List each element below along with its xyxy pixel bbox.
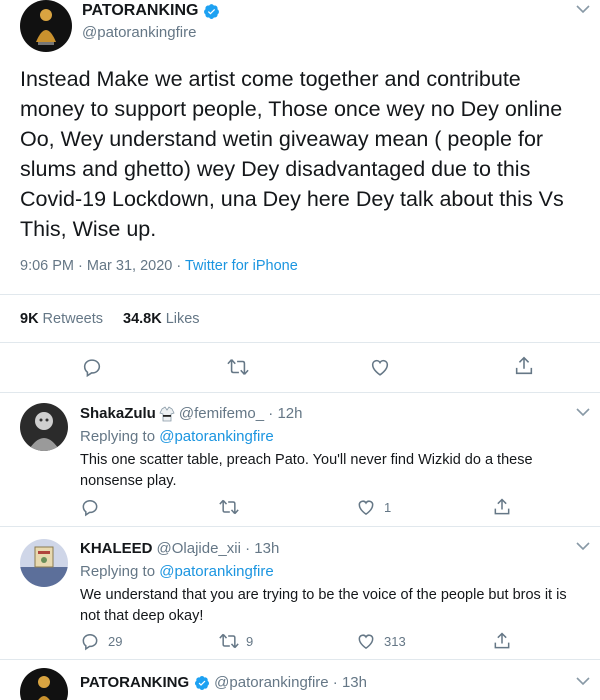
reply-tweet[interactable]: PATORANKING @patorankingfire · 13h — [0, 660, 600, 700]
avatar[interactable] — [20, 403, 68, 451]
like-icon[interactable] — [356, 631, 376, 651]
reply-tweet[interactable]: KHALEED @Olajide_xii · 13h Replying to @… — [0, 527, 600, 660]
like-icon[interactable] — [356, 497, 376, 517]
like-count: 1 — [384, 500, 392, 515]
like-count: 313 — [384, 634, 406, 649]
reply-text: This one scatter table, preach Pato. You… — [80, 452, 533, 489]
tweet-actions — [0, 343, 600, 393]
replying-label: Replying to — [80, 563, 160, 580]
chevron-down-icon[interactable] — [576, 4, 590, 14]
reply-author-handle[interactable]: @Olajide_xii · 13h — [157, 540, 280, 557]
reply-icon[interactable] — [81, 356, 103, 378]
tweet-timestamp[interactable]: 9:06 PM · Mar 31, 2020 · — [20, 258, 185, 274]
reply-actions: 1 — [80, 497, 520, 519]
retweet-icon[interactable] — [226, 356, 250, 378]
author-handle[interactable]: @patorankingfire — [82, 24, 196, 41]
reply-header: PATORANKING @patorankingfire · 13h — [80, 674, 367, 691]
chevron-down-icon[interactable] — [576, 676, 590, 686]
replying-to: Replying to @patorankingfire — [80, 428, 274, 445]
tweet-stats: 9K Retweets 34.8K Likes — [0, 294, 600, 343]
author-name-row: PATORANKING — [82, 2, 220, 20]
replying-to-handle[interactable]: @patorankingfire — [159, 428, 273, 445]
reply-icon[interactable] — [80, 631, 100, 651]
chevron-down-icon[interactable] — [576, 541, 590, 551]
likes-label: Likes — [165, 310, 200, 327]
share-icon[interactable] — [492, 631, 512, 651]
chevron-down-icon[interactable] — [576, 407, 590, 417]
reply-text: We understand that you are trying to be … — [80, 587, 567, 624]
retweets-count: 9K — [20, 310, 39, 327]
avatar[interactable] — [20, 539, 68, 587]
verified-badge-icon — [203, 3, 220, 20]
avatar[interactable] — [20, 0, 72, 52]
reply-header: KHALEED @Olajide_xii · 13h — [80, 540, 279, 557]
reply-author-handle[interactable]: @femifemo_ · 12h — [179, 405, 303, 422]
avatar[interactable] — [20, 668, 68, 700]
karate-uniform-emoji-icon — [159, 405, 175, 422]
verified-badge-icon — [194, 675, 210, 691]
main-tweet: PATORANKING @patorankingfire Instead Mak… — [0, 0, 600, 393]
replying-to-handle[interactable]: @patorankingfire — [159, 563, 273, 580]
replying-label: Replying to — [80, 428, 160, 445]
reply-icon[interactable] — [80, 497, 100, 517]
reply-actions: 29 9 313 — [80, 631, 520, 653]
retweet-count: 9 — [246, 634, 254, 649]
retweets-label: Retweets — [42, 310, 103, 327]
tweet-meta: 9:06 PM · Mar 31, 2020 · Twitter for iPh… — [20, 258, 298, 274]
reply-tweet[interactable]: ShakaZulu @femifemo_ · 12h Replying to @… — [0, 393, 600, 527]
reply-author-handle[interactable]: @patorankingfire · 13h — [214, 674, 367, 691]
share-icon[interactable] — [492, 497, 512, 517]
tweet-text: Instead Make we artist come together and… — [20, 67, 575, 241]
likes-stat[interactable]: 34.8K Likes — [123, 311, 200, 327]
retweet-icon[interactable] — [218, 631, 240, 651]
reply-count: 29 — [108, 634, 123, 649]
share-icon[interactable] — [513, 355, 535, 377]
author-name[interactable]: PATORANKING — [82, 2, 198, 20]
retweet-icon[interactable] — [218, 497, 240, 517]
reply-author-name[interactable]: ShakaZulu — [80, 405, 156, 422]
retweets-stat[interactable]: 9K Retweets — [20, 311, 103, 327]
like-icon[interactable] — [369, 356, 391, 378]
likes-count: 34.8K — [123, 310, 162, 327]
reply-header: ShakaZulu @femifemo_ · 12h — [80, 405, 302, 422]
tweet-source[interactable]: Twitter for iPhone — [185, 258, 298, 274]
reply-author-name[interactable]: KHALEED — [80, 540, 153, 557]
replying-to: Replying to @patorankingfire — [80, 563, 274, 580]
reply-author-name[interactable]: PATORANKING — [80, 674, 189, 691]
